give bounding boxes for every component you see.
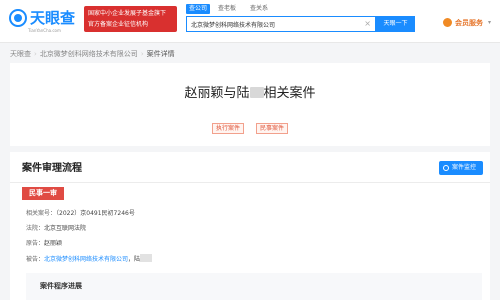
- redacted-name: [249, 87, 264, 98]
- breadcrumb-current: 案件详情: [146, 50, 175, 58]
- gov-banner-line-2: 官方备案企业征信机构: [88, 21, 149, 28]
- case-number-value: （2022）京0491民初7246号: [56, 210, 135, 217]
- member-crown-icon: [443, 18, 452, 27]
- case-monitor-button[interactable]: 案件监控: [439, 161, 483, 175]
- defendant-company-link[interactable]: 北京微梦创科网络技术有限公司: [44, 256, 128, 263]
- info-row-case-number: 相关案号：（2022）京0491民初7246号: [26, 209, 135, 219]
- tab-company[interactable]: 查公司: [186, 4, 211, 14]
- case-number-label: 相关案号：: [26, 210, 57, 217]
- info-row-court: 法院：北京互联网法院: [26, 224, 86, 234]
- info-row-plaintiff: 原告：赵丽颖: [26, 239, 62, 249]
- case-header-card: 赵丽颖与陆 相关案件 执行案件 民事案件: [10, 63, 490, 146]
- breadcrumb-separator: ›: [140, 50, 144, 58]
- stage-badge: 民事一审: [22, 187, 64, 200]
- redacted-name: [140, 254, 153, 262]
- logo-icon: [9, 9, 27, 27]
- case-title-before: 赵丽颖与陆: [184, 86, 250, 101]
- breadcrumb: 天眼查 › 北京微梦创科网络技术有限公司 › 案件详情: [10, 48, 175, 60]
- plaintiff-value: 赵丽颖: [44, 240, 63, 247]
- case-monitor-label: 案件监控: [452, 164, 477, 171]
- chevron-down-icon: ▾: [488, 19, 492, 26]
- logo[interactable]: 天眼查 TianYanCha.com: [9, 9, 79, 33]
- divider: [10, 182, 490, 183]
- search-button[interactable]: 天眼一下: [376, 16, 415, 32]
- case-process-card: 案件审理流程 案件监控 民事一审 相关案号：（2022）京0491民初7246号…: [10, 152, 490, 300]
- case-progress-section: 案件程序进展: [26, 273, 482, 300]
- logo-subtitle: TianYanCha.com: [28, 28, 61, 33]
- top-bar: 天眼查 TianYanCha.com 国家中小企业发展子基金旗下 官方备案企业征…: [0, 0, 500, 43]
- tab-relation[interactable]: 查关系: [250, 4, 268, 14]
- breadcrumb-company[interactable]: 北京微梦创科网络技术有限公司: [40, 48, 138, 60]
- breadcrumb-home[interactable]: 天眼查: [10, 48, 31, 60]
- case-title-after: 相关案件: [263, 86, 316, 101]
- case-title: 赵丽颖与陆 相关案件: [10, 85, 490, 103]
- search-box: ×: [186, 16, 376, 32]
- case-progress-title: 案件程序进展: [40, 282, 82, 290]
- tab-boss[interactable]: 查老板: [218, 4, 236, 14]
- member-label: 会员服务: [455, 19, 483, 27]
- court-label: 法院：: [26, 225, 45, 232]
- logo-text: 天眼查: [30, 9, 76, 27]
- info-row-defendant: 被告：北京微梦创科网络技术有限公司，陆: [26, 254, 153, 265]
- plaintiff-label: 原告：: [26, 240, 45, 247]
- defendant-person: ，陆: [128, 256, 141, 263]
- breadcrumb-separator: ›: [34, 50, 37, 58]
- monitor-icon: [443, 165, 449, 171]
- tag-execution-case[interactable]: 执行案件: [212, 123, 245, 134]
- gov-banner[interactable]: 国家中小企业发展子基金旗下 官方备案企业征信机构: [84, 6, 177, 32]
- section-title: 案件审理流程: [22, 163, 82, 174]
- gov-banner-line-1: 国家中小企业发展子基金旗下: [88, 10, 167, 17]
- tag-civil-case[interactable]: 民事案件: [256, 123, 289, 134]
- clear-icon[interactable]: ×: [364, 19, 371, 29]
- court-value: 北京互联网法院: [44, 225, 87, 232]
- defendant-label: 被告：: [26, 256, 45, 263]
- search-input[interactable]: [191, 17, 351, 31]
